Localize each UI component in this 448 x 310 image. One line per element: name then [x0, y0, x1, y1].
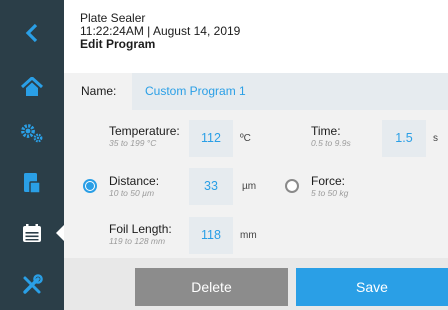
- distance-input[interactable]: 33: [189, 168, 233, 205]
- action-bar: Delete Save: [64, 258, 448, 310]
- parameters-panel: Temperature: 35 to 199 °C 112 ºC Time: 0…: [64, 110, 448, 258]
- distance-title: Distance:: [109, 174, 160, 188]
- temperature-title: Temperature:: [109, 124, 180, 138]
- temperature-range: 35 to 199 °C: [109, 138, 157, 148]
- program-name-row: Name: Custom Program 1: [64, 73, 448, 110]
- foil-length-title: Foil Length:: [109, 222, 172, 236]
- time-input[interactable]: 1.5: [382, 120, 426, 157]
- distance-label: Distance: 10 to 50 µm: [109, 174, 160, 199]
- temperature-unit: ºC: [240, 133, 251, 144]
- sidebar-item-reports[interactable]: [0, 160, 64, 206]
- foil-length-input[interactable]: 118: [189, 217, 233, 254]
- sidebar-item-maintenance[interactable]: [0, 262, 64, 308]
- foil-length-range: 119 to 128 mm: [109, 236, 166, 246]
- time-title: Time:: [311, 124, 341, 138]
- sidebar-item-home[interactable]: [0, 64, 64, 110]
- save-button[interactable]: Save: [296, 268, 448, 306]
- force-radio[interactable]: [285, 179, 299, 193]
- force-range: 5 to 50 kg: [311, 188, 349, 198]
- foil-length-label: Foil Length: 119 to 128 mm: [109, 222, 172, 247]
- header: Plate Sealer 11:22:24AM | August 14, 201…: [80, 12, 240, 51]
- time-range: 0.5 to 9.9s: [311, 138, 351, 148]
- home-icon: [21, 77, 43, 97]
- calendar-icon: [22, 223, 42, 243]
- name-label: Name:: [81, 84, 117, 98]
- sidebar: [0, 0, 65, 310]
- gears-icon: [20, 123, 44, 143]
- back-button[interactable]: [0, 10, 64, 56]
- time-unit: s: [433, 133, 438, 144]
- document-icon: [23, 172, 41, 194]
- page-title: Edit Program: [80, 37, 156, 51]
- distance-unit: µm: [242, 181, 257, 192]
- delete-button[interactable]: Delete: [135, 268, 288, 306]
- distance-range: 10 to 50 µm: [109, 188, 155, 198]
- sidebar-item-programs[interactable]: [0, 210, 65, 256]
- sidebar-item-settings[interactable]: [0, 110, 64, 156]
- chevron-left-icon: [24, 23, 40, 43]
- tools-icon: [21, 274, 43, 296]
- distance-radio[interactable]: [83, 179, 97, 193]
- force-title: Force:: [311, 174, 346, 188]
- time-label: Time: 0.5 to 9.9s: [311, 124, 351, 149]
- screen: Plate Sealer 11:22:24AM | August 14, 201…: [0, 0, 448, 310]
- temperature-label: Temperature: 35 to 199 °C: [109, 124, 180, 149]
- program-name-input[interactable]: Custom Program 1: [132, 73, 448, 110]
- temperature-input[interactable]: 112: [189, 120, 233, 157]
- force-label: Force: 5 to 50 kg: [311, 174, 349, 199]
- foil-length-unit: mm: [240, 230, 257, 241]
